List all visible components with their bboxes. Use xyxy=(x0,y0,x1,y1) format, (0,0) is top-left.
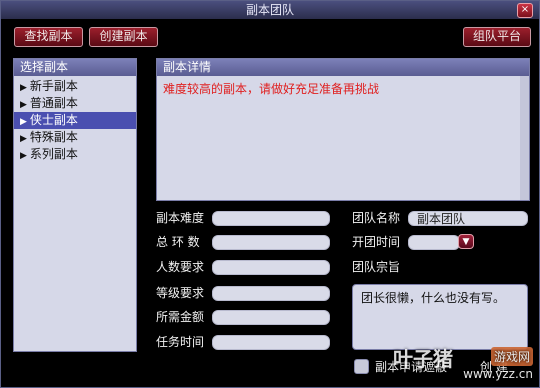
team-platform-button[interactable]: 组队平台 xyxy=(463,27,531,47)
level-field xyxy=(212,286,330,301)
start-time-label: 开团时间 xyxy=(352,235,401,249)
task-time-field xyxy=(212,335,330,350)
instance-list-panel: 选择副本 ▶ 新手副本 ▶ 普通副本 ▶ 侠士副本 ▶ 特殊副本 ▶ 系列副本 xyxy=(13,58,137,352)
right-triangle-icon: ▶ xyxy=(20,83,27,93)
right-triangle-icon: ▶ xyxy=(20,117,27,127)
find-instance-button[interactable]: 查找副本 xyxy=(14,27,83,47)
watermark-logo: 叶子猪 游戏网 www.yzz.cn xyxy=(393,341,535,385)
difficulty-field xyxy=(212,211,330,226)
list-item[interactable]: ▶ 新手副本 xyxy=(14,78,136,95)
instance-detail-panel: 副本详情 难度较高的副本，请做好充足准备再挑战 xyxy=(156,58,530,201)
list-item-label: 普通副本 xyxy=(29,96,78,110)
list-item[interactable]: ▶ 特殊副本 xyxy=(14,129,136,146)
close-button[interactable]: × xyxy=(517,3,533,18)
right-triangle-icon: ▶ xyxy=(20,100,27,110)
team-name-field[interactable]: 副本团队 xyxy=(408,211,528,226)
watermark-url: www.yzz.cn xyxy=(463,367,533,381)
window-title: 副本团队 xyxy=(245,3,294,17)
instance-list-header: 选择副本 xyxy=(14,59,136,76)
start-time-select[interactable] xyxy=(408,235,460,250)
team-name-label: 团队名称 xyxy=(352,211,401,225)
title-bar: 副本团队 × xyxy=(1,1,539,19)
headcount-field xyxy=(212,260,330,275)
money-label: 所需金额 xyxy=(156,310,205,324)
instance-detail-text: 难度较高的副本，请做好充足准备再挑战 xyxy=(163,82,380,96)
task-time-label: 任务时间 xyxy=(156,335,205,349)
team-purpose-label: 团队宗旨 xyxy=(352,260,401,274)
detail-scrollbar[interactable] xyxy=(520,76,529,200)
right-triangle-icon: ▶ xyxy=(20,134,27,144)
instance-detail-header: 副本详情 xyxy=(157,59,529,76)
difficulty-label: 副本难度 xyxy=(156,211,205,225)
list-item-label: 特殊副本 xyxy=(29,130,78,144)
level-label: 等级要求 xyxy=(156,286,205,300)
list-item[interactable]: ▶ 系列副本 xyxy=(14,146,136,163)
watermark-badge: 游戏网 xyxy=(490,347,533,366)
total-rings-label: 总 环 数 xyxy=(156,235,200,249)
list-item-label: 系列副本 xyxy=(29,147,78,161)
start-time-dropdown-button[interactable]: ▼ xyxy=(458,234,474,249)
money-field xyxy=(212,310,330,325)
list-item-selected[interactable]: ▶ 侠士副本 xyxy=(14,112,136,129)
close-icon: × xyxy=(520,4,530,15)
create-instance-button[interactable]: 创建副本 xyxy=(89,27,158,47)
right-triangle-icon: ▶ xyxy=(20,151,27,161)
apply-block-checkbox[interactable] xyxy=(354,359,369,374)
list-item-label: 侠士副本 xyxy=(29,113,78,127)
headcount-label: 人数要求 xyxy=(156,260,205,274)
watermark-title: 叶子猪 xyxy=(393,347,453,371)
list-item-label: 新手副本 xyxy=(29,79,78,93)
instance-list: ▶ 新手副本 ▶ 普通副本 ▶ 侠士副本 ▶ 特殊副本 ▶ 系列副本 xyxy=(14,78,136,163)
list-item[interactable]: ▶ 普通副本 xyxy=(14,95,136,112)
team-instance-window: 副本团队 × 查找副本 创建副本 组队平台 选择副本 ▶ 新手副本 ▶ 普通副本 ▶… xyxy=(0,0,540,388)
chevron-down-icon: ▼ xyxy=(462,237,470,247)
total-rings-field xyxy=(212,235,330,250)
